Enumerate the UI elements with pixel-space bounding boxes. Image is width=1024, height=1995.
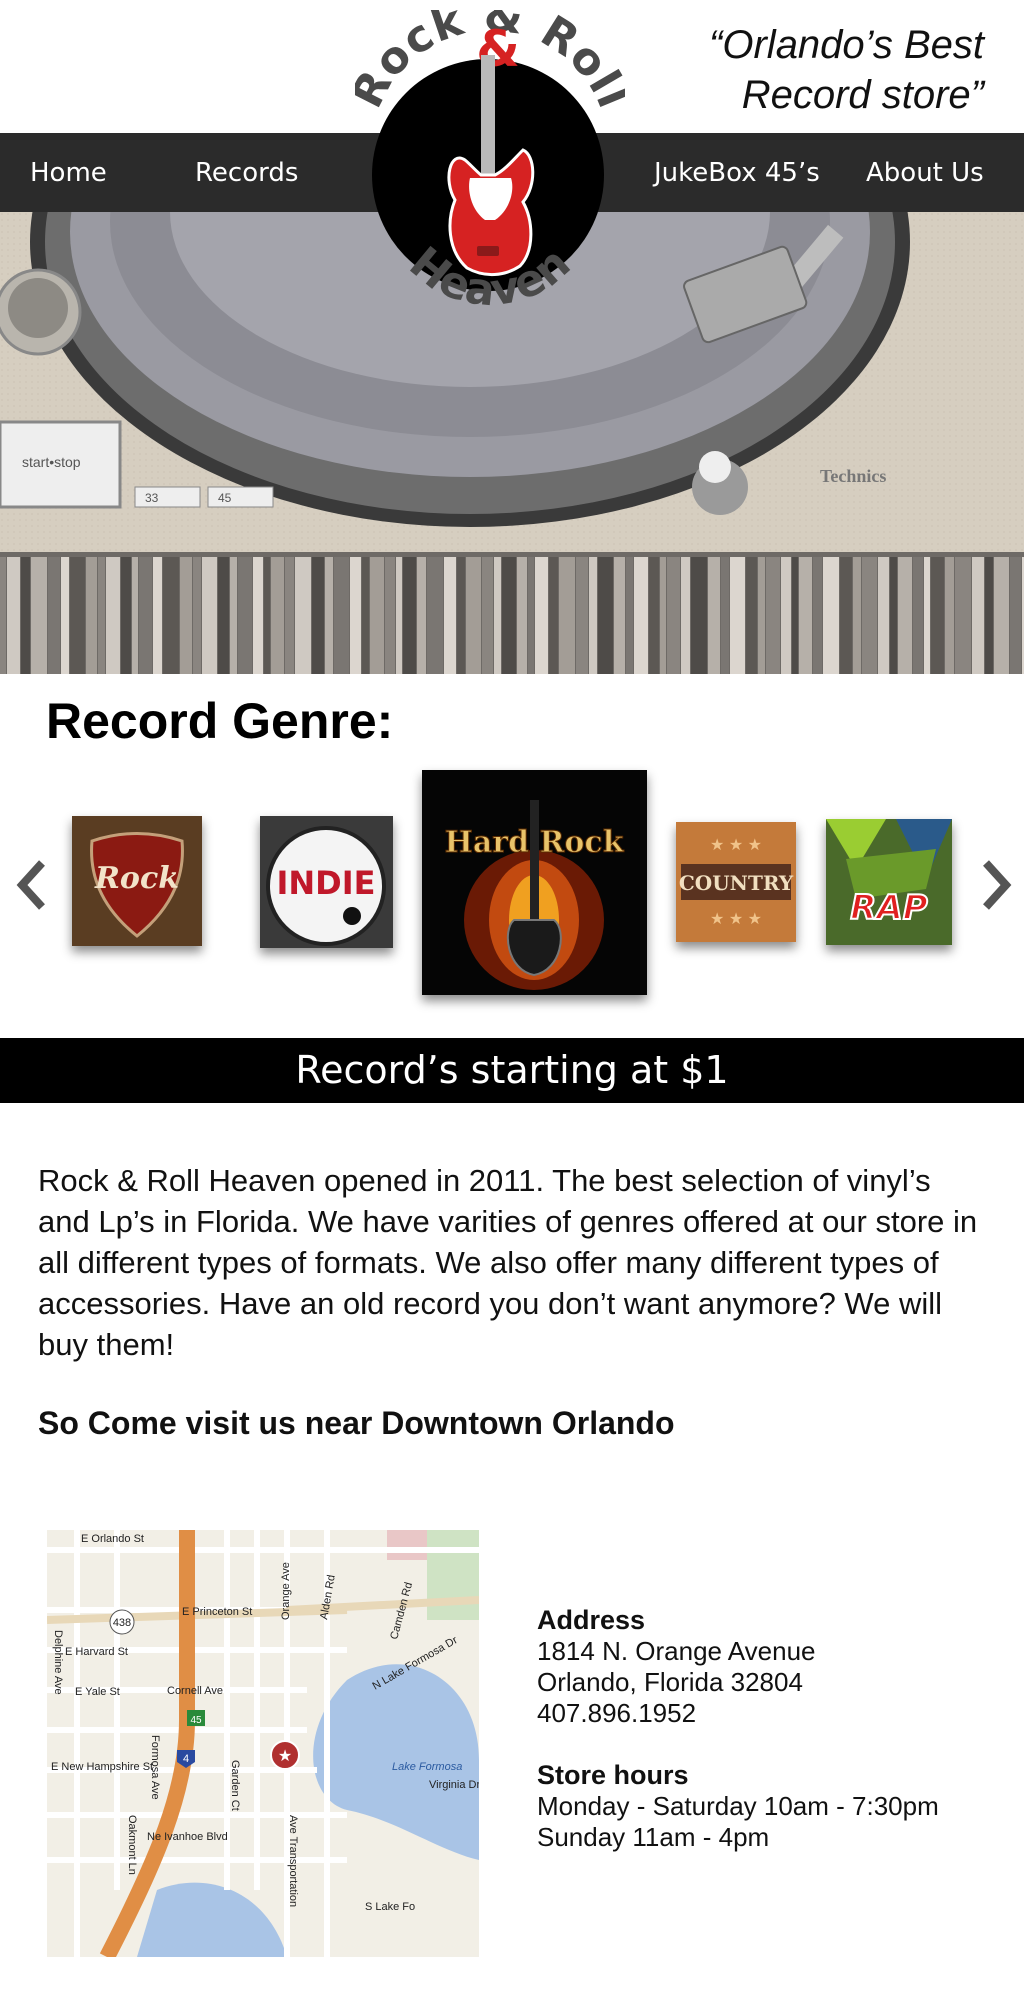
genre-tile-hard-rock[interactable]: Hard Rock [422,770,647,995]
technics-brand-label: Technics [820,466,886,486]
nav-records[interactable]: Records [195,133,298,213]
chevron-left-icon [16,860,45,910]
street-virginia: S Lake Fo [365,1901,415,1913]
street-new-hampshire: E New Hampshire St [51,1761,153,1773]
address-line-1: 1814 N. Orange Avenue [537,1636,816,1666]
start-stop-label: start•stop [22,454,81,470]
street-s-lake-fo: Virginia Dr [429,1779,479,1791]
about-paragraph: Rock & Roll Heaven opened in 2011. The b… [38,1163,978,1362]
address-heading: Address [537,1605,646,1635]
nav-jukebox[interactable]: JukeBox 45’s [654,133,820,213]
rap-tile-label: RAP [850,888,927,928]
country-tile-label: COUNTRY [679,871,794,895]
street-yale: E Yale St [75,1686,120,1698]
street-map: ★ 438 45 4 E Orlando St E Princeton St E… [47,1530,479,1957]
site-logo[interactable]: Rock & Roll & Heaven [341,0,638,340]
nav-about-us[interactable]: About Us [866,133,984,213]
hard-rock-genre-image: Hard Rock [422,770,647,995]
rock-and-roll-heaven-logo: Rock & Roll & Heaven [341,0,638,317]
store-location-map[interactable]: ★ 438 45 4 E Orlando St E Princeton St E… [47,1530,479,1957]
rap-genre-image: RAP [826,819,952,945]
street-orange-ave: Orange Ave [280,1562,292,1620]
phone-number[interactable]: 407.896.1952 [537,1698,939,1729]
indie-genre-image: INDIE [260,816,393,948]
street-garden-ct: Garden Ct [229,1760,241,1811]
hours-line-1: Monday - Saturday 10am - 7:30pm [537,1791,939,1821]
genre-tile-rock[interactable]: Rock [72,816,202,946]
store-info: Address 1814 N. Orange Avenue Orlando, F… [537,1605,939,1853]
svg-text:★ ★ ★: ★ ★ ★ [710,911,762,928]
street-cornell: Cornell Ave [167,1685,223,1697]
street-oakmont: Oakmont Ln [126,1815,138,1875]
speed-33-label: 33 [145,491,159,505]
rock-tile-label: Rock [94,861,179,896]
speed-45-label: 45 [218,491,232,505]
rock-genre-image: Rock [72,816,202,946]
genre-tile-country[interactable]: COUNTRY ★ ★ ★ ★ ★ ★ [676,822,796,942]
store-hours-heading: Store hours [537,1760,689,1790]
street-harvard: E Harvard St [65,1646,128,1658]
street-ivanhoe: Ne Ivanhoe Blvd [147,1831,228,1843]
street-e-orlando: E Orlando St [81,1533,144,1545]
street-transportation: Ave Transportation [287,1815,299,1907]
tagline-line-2: Record store” [741,73,984,117]
carousel-prev-arrow[interactable] [12,855,52,915]
indie-tile-label: INDIE [276,864,375,902]
country-genre-image: COUNTRY ★ ★ ★ ★ ★ ★ [676,822,796,942]
street-princeton: E Princeton St [182,1606,252,1618]
tagline-line-1: “Orlando’s Best [709,23,984,67]
svg-text:★ ★ ★: ★ ★ ★ [710,837,762,854]
chevron-right-icon [983,860,1012,910]
route-45-label: 45 [190,1715,202,1726]
address-line-2: Orlando, Florida 32804 [537,1667,803,1697]
genre-tile-indie[interactable]: INDIE [260,816,393,948]
hard-rock-tile-label: Hard Rock [444,825,624,860]
tagline: “Orlando’s Best Record store” [624,20,984,120]
genre-carousel: Rock INDIE Hard Rock COUNTRY ★ ★ ★ ★ ★ ★… [0,760,1024,1010]
nav-home[interactable]: Home [30,133,107,213]
hours-line-2: Sunday 11am - 4pm [537,1822,770,1852]
svg-text:★: ★ [278,1748,292,1765]
visit-heading: So Come visit us near Downtown Orlando [38,1405,675,1441]
carousel-next-arrow[interactable] [976,855,1016,915]
route-438-label: 438 [113,1617,131,1629]
street-formosa-ave: Formosa Ave [149,1735,161,1800]
genre-tile-rap[interactable]: RAP [826,819,952,945]
street-delphine: Delphine Ave [52,1630,64,1695]
lake-formosa-label: Lake Formosa [392,1761,462,1773]
record-genre-heading: Record Genre: [46,693,394,749]
route-4-label: 4 [183,1753,189,1765]
price-banner: Record’s starting at $1 [0,1038,1024,1103]
